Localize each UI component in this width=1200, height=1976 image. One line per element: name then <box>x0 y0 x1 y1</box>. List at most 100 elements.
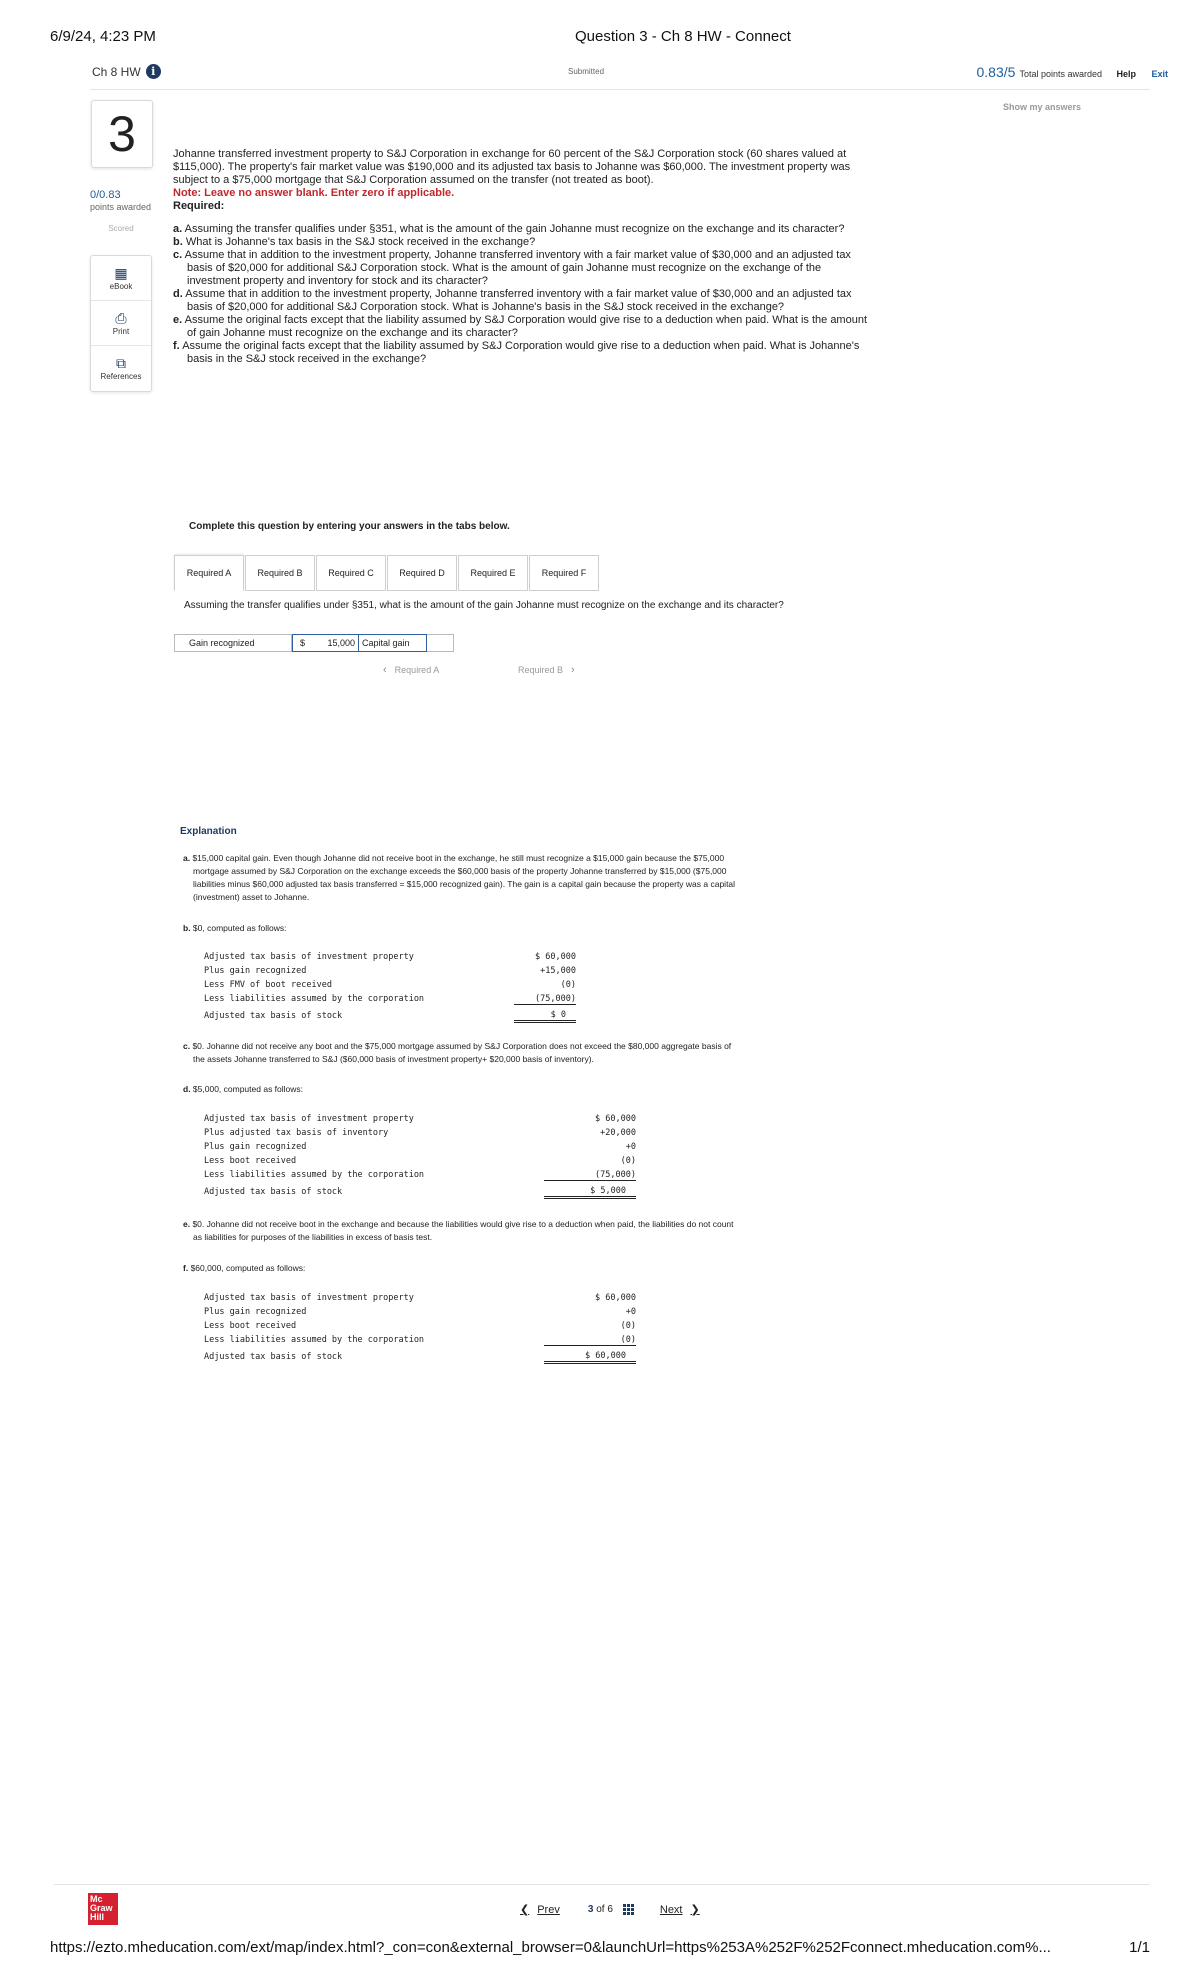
chevron-right-icon: › <box>571 664 575 676</box>
calc-row: Less liabilities assumed by the corporat… <box>204 1168 636 1182</box>
tab-required-e[interactable]: Required E <box>458 555 528 591</box>
exp-text: (investment) asset to Johanne. <box>193 892 310 902</box>
grid-icon[interactable] <box>622 1904 634 1915</box>
exp-text: $0. Johanne did not receive any boot and… <box>190 1041 732 1051</box>
next-question-button[interactable]: Next ❯ <box>659 1903 700 1917</box>
tab-required-c[interactable]: Required C <box>316 555 386 591</box>
total-questions: 6 <box>607 1904 613 1915</box>
calc-value: (0) <box>620 1321 636 1331</box>
exp-text: $0, computed as follows: <box>190 923 287 933</box>
calc-label: Plus gain recognized <box>204 966 307 976</box>
part-letter: f. <box>173 340 180 352</box>
calc-row: Less liabilities assumed by the corporat… <box>204 992 576 1006</box>
explanation-f: f. $60,000, computed as follows: <box>183 1262 853 1275</box>
prev-question-button[interactable]: ❮ Prev <box>520 1903 560 1917</box>
print-url: https://ezto.mheducation.com/ext/map/ind… <box>50 1939 1051 1956</box>
calc-value: (0) <box>560 980 576 990</box>
tools-panel: ▦ eBook ⎙ Print ⧉ References <box>90 255 152 392</box>
print-page-number: 1/1 <box>1129 1939 1150 1956</box>
references-label: References <box>100 372 142 381</box>
calc-value: +15,000 <box>540 966 576 976</box>
calc-label: Adjusted tax basis of stock <box>204 1011 343 1021</box>
calc-value: $ 60,000 <box>535 952 576 962</box>
calc-row: Plus gain recognized +0 <box>204 1305 636 1319</box>
exp-text: $0. Johanne did not receive boot in the … <box>190 1219 734 1229</box>
next-tab-label: Required B <box>518 665 564 675</box>
calc-total-value: $ 60,000 <box>544 1351 636 1364</box>
calc-table-b: Adjusted tax basis of investment propert… <box>204 950 576 1023</box>
part-c: c. Assume that in addition to the invest… <box>173 249 873 288</box>
next-question-label: Next <box>659 1903 683 1916</box>
calc-value: +0 <box>625 1307 636 1317</box>
part-f: f. Assume the original facts except that… <box>173 340 873 366</box>
explanation-b: b. $0, computed as follows: <box>183 922 853 935</box>
info-icon[interactable]: i <box>145 64 161 79</box>
logo-line: Hill <box>90 1912 105 1922</box>
exit-link[interactable]: Exit <box>1151 69 1168 79</box>
exp-text: mortgage assumed by S&J Corporation on t… <box>193 866 727 876</box>
question-stem: Johanne transferred investment property … <box>173 148 851 186</box>
mcgraw-hill-logo: Mc Graw Hill <box>88 1893 118 1925</box>
part-letter: e. <box>173 314 183 326</box>
calc-label: Adjusted tax basis of investment propert… <box>204 1293 414 1303</box>
calc-value: $ 60,000 <box>595 1114 636 1124</box>
tab-required-d[interactable]: Required D <box>387 555 457 591</box>
part-a: a. Assuming the transfer qualifies under… <box>173 223 873 236</box>
calc-label: Plus adjusted tax basis of inventory <box>204 1128 389 1138</box>
next-tab-button[interactable]: Required B › <box>518 664 575 676</box>
gain-character-input[interactable]: Capital gain <box>359 638 410 648</box>
assignment-title: Ch 8 HW i <box>92 64 161 79</box>
references-button[interactable]: ⧉ References <box>91 346 151 391</box>
question-score: 0/0.83 <box>90 189 121 201</box>
assignment-topbar: Ch 8 HW i Submitted 0.83/5 Total points … <box>90 62 1168 90</box>
exp-text: the assets Johanne transferred to S&J ($… <box>193 1054 594 1064</box>
calc-label: Adjusted tax basis of investment propert… <box>204 1114 414 1124</box>
exp-text: as liabilities for purposes of the liabi… <box>193 1232 433 1242</box>
book-icon: ▦ <box>114 264 128 281</box>
exp-text: $60,000, computed as follows: <box>188 1263 306 1273</box>
calc-row: Plus adjusted tax basis of inventory +20,… <box>204 1126 636 1140</box>
answer-input-group: $ 15,000 Capital gain <box>292 634 427 652</box>
calc-label: Less boot received <box>204 1156 297 1166</box>
gain-amount-input[interactable]: 15,000 <box>307 635 359 651</box>
answer-row-label: Gain recognized <box>175 635 292 651</box>
calc-total-value: $ 5,000 <box>544 1186 636 1199</box>
calc-total-row: Adjusted tax basis of stock $ 0 <box>204 1009 576 1023</box>
calc-table-d: Adjusted tax basis of investment propert… <box>204 1112 636 1199</box>
tab-required-f[interactable]: Required F <box>529 555 599 591</box>
calc-row: Adjusted tax basis of investment propert… <box>204 1112 636 1126</box>
explanation-a: a. $15,000 capital gain. Even though Joh… <box>183 852 853 904</box>
show-my-answers-link[interactable]: Show my answers <box>1003 102 1081 112</box>
calc-value: +0 <box>625 1142 636 1152</box>
explanation-d: d. $5,000, computed as follows: <box>183 1083 853 1096</box>
part-letter: a. <box>173 223 183 235</box>
tab-required-a[interactable]: Required A <box>174 555 244 591</box>
chevron-right-icon: ❯ <box>690 1904 700 1916</box>
prev-tab-button[interactable]: ‹ Required A <box>383 664 439 676</box>
calc-value: (75,000) <box>514 994 576 1005</box>
prev-question-label: Prev <box>537 1903 560 1916</box>
exp-text: $5,000, computed as follows: <box>190 1084 304 1094</box>
question-counter[interactable]: 3 of 6 <box>588 1904 613 1915</box>
calc-table-f: Adjusted tax basis of investment propert… <box>204 1291 636 1364</box>
explanation-heading: Explanation <box>180 826 237 837</box>
ebook-button[interactable]: ▦ eBook <box>91 256 151 301</box>
print-button[interactable]: ⎙ Print <box>91 301 151 346</box>
question-content: Johanne transferred investment property … <box>173 148 873 366</box>
explanation-c: c. $0. Johanne did not receive any boot … <box>183 1040 853 1066</box>
required-heading: Required: <box>173 200 225 212</box>
part-text: Assume the original facts except that th… <box>184 314 868 339</box>
calc-value: (75,000) <box>544 1170 636 1181</box>
required-parts: a. Assuming the transfer qualifies under… <box>173 223 873 366</box>
calc-label: Less liabilities assumed by the corporat… <box>204 1335 425 1345</box>
part-text: Assuming the transfer qualifies under §3… <box>184 223 845 235</box>
part-text: What is Johanne's tax basis in the S&J s… <box>185 236 536 248</box>
help-link[interactable]: Help <box>1116 69 1136 79</box>
chevron-left-icon: ❮ <box>520 1904 530 1916</box>
exp-text: $15,000 capital gain. Even though Johann… <box>190 853 725 863</box>
currency-symbol: $ <box>300 638 306 648</box>
exp-letter: b. <box>183 923 191 933</box>
tab-required-b[interactable]: Required B <box>245 555 315 591</box>
scored-status: Scored <box>108 224 134 233</box>
exp-letter: d. <box>183 1084 191 1094</box>
